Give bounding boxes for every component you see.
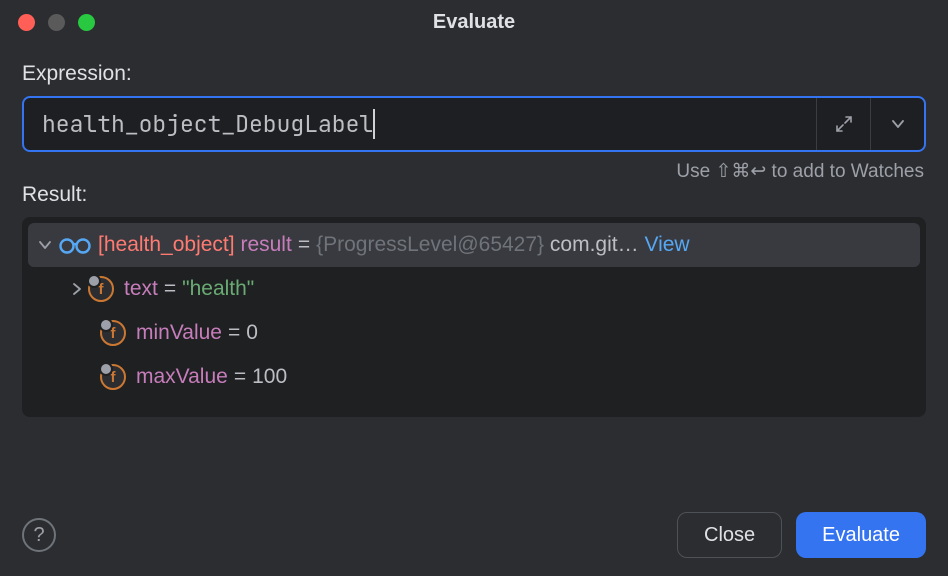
minimize-window-button[interactable] [48,14,65,31]
text-caret [373,109,375,139]
traffic-lights [0,14,95,31]
field-value: "health" [182,277,254,301]
result-label: Result: [22,183,926,207]
field-icon: f [88,276,114,302]
help-icon: ? [33,524,44,547]
expression-value: health_object_DebugLabel [42,109,373,139]
expand-editor-button[interactable] [816,98,870,150]
field-row-maxvalue[interactable]: f maxValue = 100 [22,355,926,399]
glasses-icon [58,235,92,255]
chevron-down-icon [890,116,906,132]
collapse-icon[interactable] [34,238,56,252]
shortcut-hint: Use ⇧⌘↩ to add to Watches [22,152,926,183]
field-name: maxValue [136,365,228,389]
view-link[interactable]: View [644,233,689,257]
equals-sign: = [228,365,252,389]
expression-label: Expression: [22,62,926,86]
pkg-text: com.git… [550,233,639,257]
expression-row: health_object_DebugLabel [22,96,926,152]
field-icon: f [100,320,126,346]
field-name: text [124,277,158,301]
equals-sign: = [158,277,182,301]
history-dropdown-button[interactable] [870,98,924,150]
class-ref: {ProgressLevel@65427} [316,233,544,257]
window-title: Evaluate [433,11,515,34]
footer: ? Close Evaluate [22,512,926,558]
result-tree: [health_object] result = {ProgressLevel@… [22,217,926,417]
result-root-row[interactable]: [health_object] result = {ProgressLevel@… [28,223,920,267]
equals-sign: = [222,321,246,345]
expand-icon[interactable] [66,282,88,296]
close-button[interactable]: Close [677,512,782,558]
expand-icon [834,114,854,134]
titlebar: Evaluate [0,0,948,44]
field-row-minvalue[interactable]: f minValue = 0 [22,311,926,355]
field-row-text[interactable]: f text = "health" [22,267,926,311]
equals-sign: = [292,233,316,257]
field-icon: f [100,364,126,390]
help-button[interactable]: ? [22,518,56,552]
var-name: result [240,233,291,257]
debug-label: [health_object] [98,233,235,257]
field-name: minValue [136,321,222,345]
content-area: Expression: health_object_DebugLabel Use… [0,44,948,417]
expression-input[interactable]: health_object_DebugLabel [24,98,816,150]
field-value: 100 [252,365,287,389]
evaluate-button[interactable]: Evaluate [796,512,926,558]
zoom-window-button[interactable] [78,14,95,31]
field-value: 0 [246,321,258,345]
close-window-button[interactable] [18,14,35,31]
